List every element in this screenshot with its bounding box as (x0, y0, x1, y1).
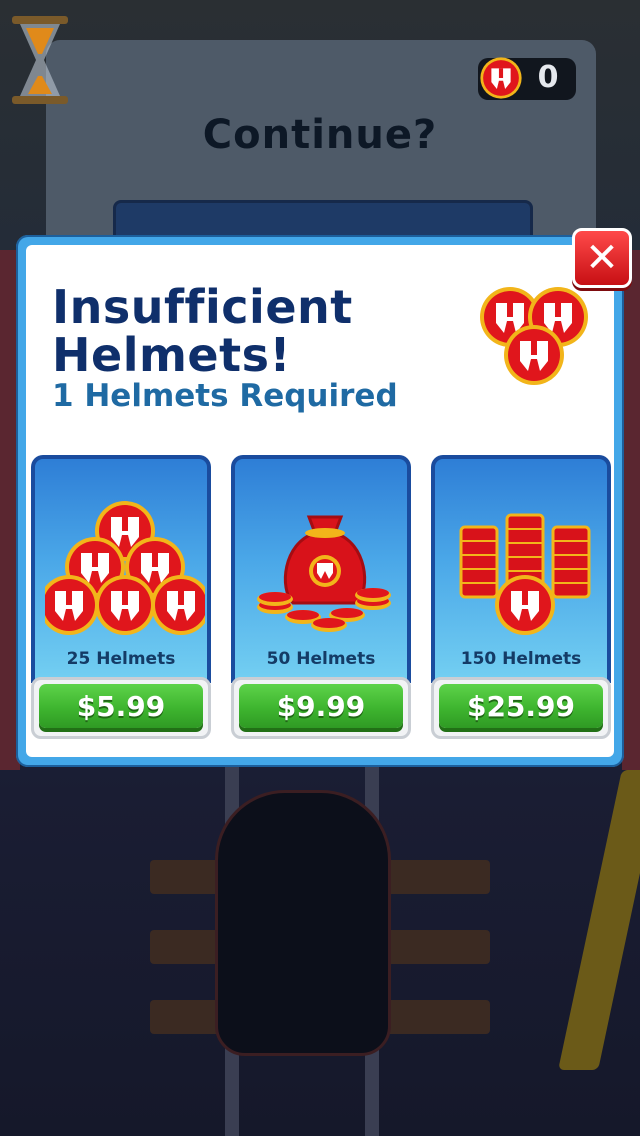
helmet-pyramid-icon (45, 501, 205, 635)
buy-button-face: $9.99 (239, 684, 403, 728)
offer-card-panel: 50 Helmets (231, 455, 411, 683)
price-label: $25.99 (466, 689, 576, 723)
offer-card-150-helmets: 150 Helmets $25.99 (431, 455, 611, 741)
background-yellow-rail (558, 770, 640, 1070)
helmet-count: 0 (537, 60, 559, 95)
hourglass-icon (12, 16, 68, 104)
offer-card-50-helmets: 50 Helmets $9.99 (231, 455, 411, 741)
runner-character (215, 790, 391, 1056)
price-label: $9.99 (276, 689, 366, 723)
helmet-sack-icon (257, 515, 391, 632)
background-pillar-right (622, 250, 640, 770)
offer-card-25-helmets: 25 Helmets $5.99 (31, 455, 211, 741)
helmet-stacks-icon (459, 513, 591, 635)
close-icon: ✕ (585, 235, 619, 281)
helmets-cluster-icon (480, 287, 588, 385)
dialog-title: Insufficient Helmets! (52, 280, 353, 382)
dialog-subtitle: 1 Helmets Required (52, 378, 398, 414)
price-label: $5.99 (76, 689, 166, 723)
buy-button-face: $5.99 (39, 684, 203, 728)
offer-label: 150 Helmets (460, 649, 582, 669)
offer-card-panel: 25 Helmets (31, 455, 211, 683)
close-button[interactable]: ✕ (572, 228, 632, 288)
offer-label: 25 Helmets (66, 649, 176, 669)
offer-card-panel: 150 Helmets (431, 455, 611, 683)
buy-button-face: $25.99 (439, 684, 603, 728)
buy-button-50-helmets[interactable]: $9.99 (231, 677, 411, 739)
continue-title: Continue? (202, 112, 438, 158)
buy-button-150-helmets[interactable]: $25.99 (431, 677, 611, 739)
buy-button-25-helmets[interactable]: $5.99 (31, 677, 211, 739)
offer-label: 50 Helmets (266, 649, 376, 669)
helmet-icon (480, 57, 522, 99)
